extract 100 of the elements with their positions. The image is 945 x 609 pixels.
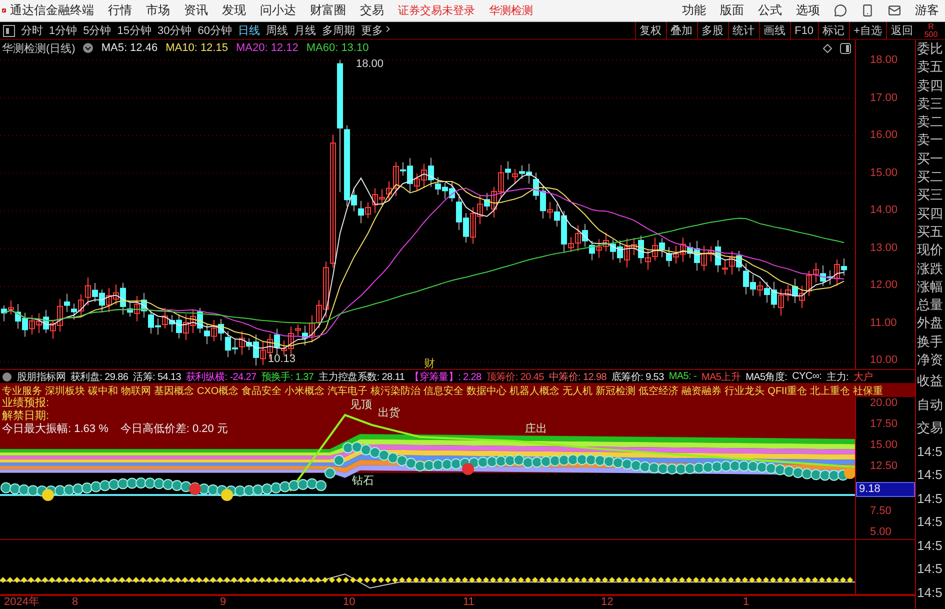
side-panel-label: 14:5	[916, 490, 944, 508]
menu-item[interactable]: 问小达	[260, 2, 296, 19]
signal-dot	[189, 483, 201, 495]
price-axis-label: 15.00	[869, 166, 899, 180]
price-axis-label: 18.00	[869, 54, 899, 67]
indicator-value: 主力控盘系数: 28.11	[318, 370, 405, 384]
user-label[interactable]: 游客	[915, 2, 939, 19]
side-panel-label: 14:5	[916, 584, 944, 602]
concept-tag: 融资融券	[682, 384, 722, 397]
quote-field-label: 买四	[916, 204, 944, 223]
quote-field-label: 买三	[916, 186, 944, 204]
indicator-value: 获利纵横: -24.27	[186, 370, 256, 384]
menu-item[interactable]: 公式	[758, 2, 782, 19]
toolbar-button[interactable]: 画线	[758, 22, 790, 40]
info-label: 业绩预报:	[2, 397, 50, 410]
concept-tag: 数据中心	[466, 384, 507, 397]
concept-tag: 基因概念	[154, 384, 194, 397]
period-tab[interactable]: 分时	[18, 23, 46, 38]
signal-label: 见顶	[350, 398, 372, 412]
toolbar-button[interactable]: 叠加	[666, 22, 697, 40]
toolbar-button[interactable]: 标记	[818, 22, 849, 40]
indicator-value: 【穿筹量】: 2.28	[410, 370, 482, 384]
menu-item[interactable]: 财富圈	[310, 2, 346, 19]
date-axis-label: 2024年	[4, 596, 40, 609]
more-menu[interactable]: 更多	[358, 23, 396, 38]
signal-label: 庄出	[525, 422, 547, 436]
side-panel-label: 交易	[916, 419, 944, 438]
period-tab[interactable]: 15分钟	[114, 23, 154, 38]
period-tab[interactable]: 日线	[235, 23, 263, 38]
menu-item[interactable]: 功能	[682, 2, 706, 19]
side-panel-label: 14:5	[916, 560, 944, 578]
toolbar-button[interactable]: 复权	[634, 22, 666, 40]
phone-icon[interactable]	[861, 4, 874, 17]
indicator-value: CYC∞:	[792, 371, 822, 382]
quote-field-label: 卖五	[916, 58, 944, 76]
panel-icon[interactable]	[840, 42, 851, 54]
indicator-axis-label: 15.00	[869, 439, 899, 452]
concept-tag: 专业服务	[2, 384, 42, 397]
high-price-label: 18.00	[356, 58, 384, 70]
side-panel-label: 14:5	[916, 442, 944, 461]
menu-item[interactable]: 版面	[720, 2, 744, 19]
quote-field-label: 涨跌	[916, 260, 944, 278]
price-axis-label: 17.00	[869, 92, 899, 104]
panel-toggle-icon[interactable]	[3, 24, 15, 36]
menu-item[interactable]: 资讯	[184, 2, 208, 19]
mail-icon[interactable]	[888, 4, 901, 17]
period-tab[interactable]: 月线	[291, 23, 319, 38]
indicator-value: MA5: -	[668, 371, 696, 382]
concept-tag: 小米概念	[284, 384, 325, 397]
stat-text: 今日高低价差: 0.20 元	[120, 423, 228, 436]
indicator-name: 股朋指标网	[17, 370, 66, 384]
quote-field-label: 买一	[916, 150, 944, 168]
chart-title: 华测检测(日线)	[2, 42, 76, 56]
period-tab[interactable]: 5分钟	[80, 23, 114, 38]
quote-field-label: 买五	[916, 222, 944, 241]
toolbar-button[interactable]: 返回	[886, 22, 917, 40]
diamond-icon[interactable]	[823, 44, 832, 52]
signal-dot	[221, 489, 233, 501]
concept-tag: 汽车电子	[328, 384, 368, 397]
menu-item[interactable]: 选项	[796, 2, 820, 19]
menu-item[interactable]: 发现	[222, 2, 246, 19]
period-tab[interactable]: 1分钟	[46, 23, 80, 38]
date-axis-label: 10	[343, 596, 356, 609]
indicator-axis-label: 7.50	[869, 504, 892, 518]
toolbar-button[interactable]: +自选	[848, 22, 886, 40]
date-axis-label: 8	[72, 596, 78, 609]
menu-item[interactable]: 市场	[146, 2, 170, 19]
concept-tag: 低空经济	[638, 384, 679, 397]
concept-tag: 碳中和	[88, 384, 118, 397]
period-tab[interactable]: 60分钟	[194, 23, 235, 38]
concept-tag: 机器人概念	[510, 384, 560, 397]
date-axis-label: 1	[743, 596, 750, 609]
menu-item[interactable]: 行情	[108, 2, 132, 19]
concept-tag: CXO概念	[197, 384, 239, 397]
toolbar-button[interactable]: 统计	[728, 22, 759, 40]
circle-icon[interactable]	[2, 372, 12, 382]
toolbar-button[interactable]: F10	[790, 22, 818, 40]
quote-field-label: 买二	[916, 168, 944, 186]
dropdown-icon[interactable]	[83, 43, 94, 53]
period-tab[interactable]: 周线	[263, 23, 291, 38]
side-panel-label: 收益	[916, 372, 944, 390]
quote-field-label: 卖四	[916, 76, 944, 95]
price-axis-label: 11.00	[869, 316, 898, 330]
period-tab[interactable]: 多周期	[319, 23, 358, 38]
side-panel-label: 14:5	[916, 466, 944, 484]
signal-dot	[462, 463, 474, 475]
quote-field-label: 涨幅	[916, 278, 944, 296]
side-panel-label: 自动	[916, 396, 944, 414]
price-axis-label: 12.00	[869, 279, 899, 292]
concept-tag: 北上重仓	[810, 384, 850, 397]
menu-item[interactable]: 交易	[360, 2, 384, 19]
period-tab[interactable]: 30分钟	[154, 23, 195, 38]
ma-legend: MA5: 12.46	[101, 42, 158, 54]
toolbar-button[interactable]: 多股	[696, 22, 728, 40]
event-marker[interactable]: 财	[424, 356, 435, 371]
indicator-value: 获利盘: 29.86	[70, 370, 128, 384]
indicator-axis-label: 12.50	[869, 460, 899, 474]
concept-tag: QFII重仓	[768, 384, 808, 397]
chat-icon[interactable]	[834, 4, 847, 17]
date-axis-label: 9	[220, 596, 226, 609]
